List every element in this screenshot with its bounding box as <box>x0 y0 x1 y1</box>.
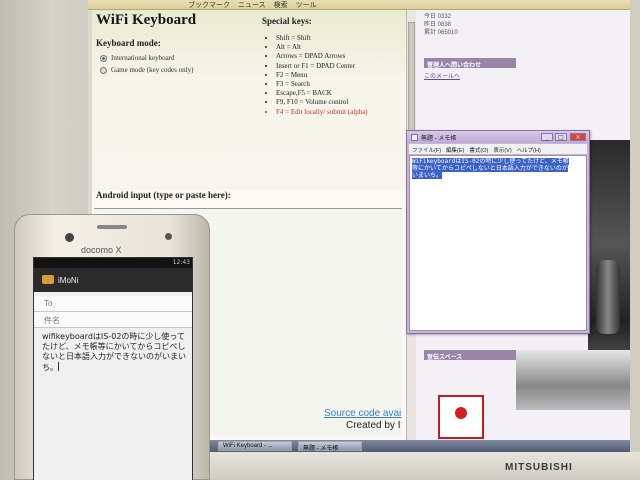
counter-total: 累計 065010 <box>424 30 458 36</box>
source-code-link[interactable]: Source code avai <box>324 408 401 419</box>
mail-body-text: wifikeyboardはIS-02の時に少し使ってたけど、メモ帳等にかいてから… <box>42 332 186 372</box>
special-key-item: Escape,F5 = BACK <box>276 89 368 98</box>
menu-file[interactable]: ファイル(F) <box>412 146 441 154</box>
phone-earpiece <box>97 225 127 229</box>
special-key-item: Shift = Shift <box>276 34 368 43</box>
radio-unselected-icon[interactable] <box>100 66 107 74</box>
contact-header: 管理人へ問い合わせ <box>424 58 516 69</box>
menu-view[interactable]: 表示(V) <box>493 146 511 154</box>
maximize-button[interactable]: □ <box>555 133 567 141</box>
phone-camera-icon <box>65 233 74 242</box>
browser-toolbar: ブックマーク ニュース 検索 ツール <box>88 0 630 10</box>
keyboard-mode-title: Keyboard mode: <box>96 38 161 48</box>
browser-toolbar-item[interactable]: ニュース <box>238 0 266 10</box>
created-by-text: Created by I <box>346 420 401 431</box>
phone-app-header: iMoNi <box>34 268 192 292</box>
mode-label: International keyboard <box>111 54 175 62</box>
notepad-icon <box>411 134 418 141</box>
notepad-selected-text: WiFikeyboardはIS-02の時に少し使ってたけど、メモ帳等にかいてから… <box>412 158 569 179</box>
taskbar-item-browser[interactable]: WiFi Keyboard - ... <box>218 441 292 451</box>
notepad-text-area[interactable]: WiFikeyboardはIS-02の時に少し使ってたけど、メモ帳等にかいてから… <box>409 155 587 331</box>
notepad-title: 無題 - メモ帳 <box>421 136 457 142</box>
mode-option-international[interactable]: International keyboard <box>100 54 175 62</box>
phone-device: docomo X 12:43 iMoNi To 件名 wifikeyboardは… <box>14 214 210 480</box>
browser-toolbar-item[interactable]: ブックマーク <box>188 0 230 10</box>
mail-body[interactable]: wifikeyboardはIS-02の時に少し使ってたけど、メモ帳等にかいてから… <box>42 332 190 373</box>
radio-selected-icon[interactable] <box>100 54 107 62</box>
subject-field[interactable]: 件名 <box>34 312 192 328</box>
special-key-item: F2 = Menu <box>276 71 368 80</box>
phone-screen: 12:43 iMoNi To 件名 wifikeyboardはIS-02の時に少… <box>33 257 193 480</box>
special-keys-title: Special keys: <box>262 16 312 26</box>
menu-format[interactable]: 書式(O) <box>469 146 488 154</box>
browser-toolbar-item[interactable]: 検索 <box>274 0 288 10</box>
notepad-menubar: ファイル(F) 編集(E) 書式(O) 表示(V) ヘルプ(H) <box>409 144 587 154</box>
phone-app-name: iMoNi <box>58 276 79 285</box>
close-button[interactable]: × <box>570 133 586 141</box>
counter-yesterday: 昨日 0838 <box>424 22 452 28</box>
mail-icon <box>42 275 54 284</box>
stamp-logo <box>438 395 484 439</box>
special-keys-list: Shift = Shift Alt = Alt Arrows = DPAD Ar… <box>276 34 368 117</box>
text-cursor <box>58 362 59 371</box>
taskbar-item-notepad[interactable]: 無題 - メモ帳 <box>298 441 362 452</box>
special-key-item: Arrows = DPAD Arrows <box>276 52 368 61</box>
monitor-bezel-right <box>630 0 640 480</box>
menu-help[interactable]: ヘルプ(H) <box>517 146 541 154</box>
notepad-window: 無題 - メモ帳 _ □ × ファイル(F) 編集(E) 書式(O) 表示(V)… <box>406 130 590 334</box>
monitor-brand: MITSUBISHI <box>505 462 573 473</box>
bottle-image <box>596 260 620 334</box>
browser-toolbar-item[interactable]: ツール <box>296 0 317 10</box>
special-key-item: Insert or F1 = DPAD Center <box>276 62 368 71</box>
phone-clock: 12:43 <box>172 259 190 266</box>
contact-link[interactable]: このメールへ <box>424 74 460 81</box>
counter-today: 今日 0332 <box>424 14 452 20</box>
notepad-titlebar[interactable]: 無題 - メモ帳 _ □ × <box>407 131 589 143</box>
special-key-item-alpha: F4 = Edit locally/ submit (alpha) <box>276 108 368 117</box>
mode-label: Game mode (key codes only) <box>111 66 194 74</box>
special-key-item: F9, F10 = Volume control <box>276 98 368 107</box>
minimize-button[interactable]: _ <box>541 133 553 141</box>
ad-space-header: 宣伝スペース <box>424 350 516 361</box>
phone-status-bar: 12:43 <box>34 258 192 268</box>
red-circle-icon <box>455 407 467 419</box>
phone-brand: docomo X <box>81 245 122 255</box>
page-title: WiFi Keyboard <box>96 12 197 28</box>
to-field[interactable]: To <box>34 296 192 312</box>
android-input-title: Android input (type or paste here): <box>96 190 231 200</box>
menu-edit[interactable]: 編集(E) <box>446 146 464 154</box>
special-key-item: F3 = Search <box>276 80 368 89</box>
train-image <box>516 350 630 410</box>
special-key-item: Alt = Alt <box>276 43 368 52</box>
phone-sensor-icon <box>165 233 172 240</box>
mode-option-game[interactable]: Game mode (key codes only) <box>100 66 193 74</box>
